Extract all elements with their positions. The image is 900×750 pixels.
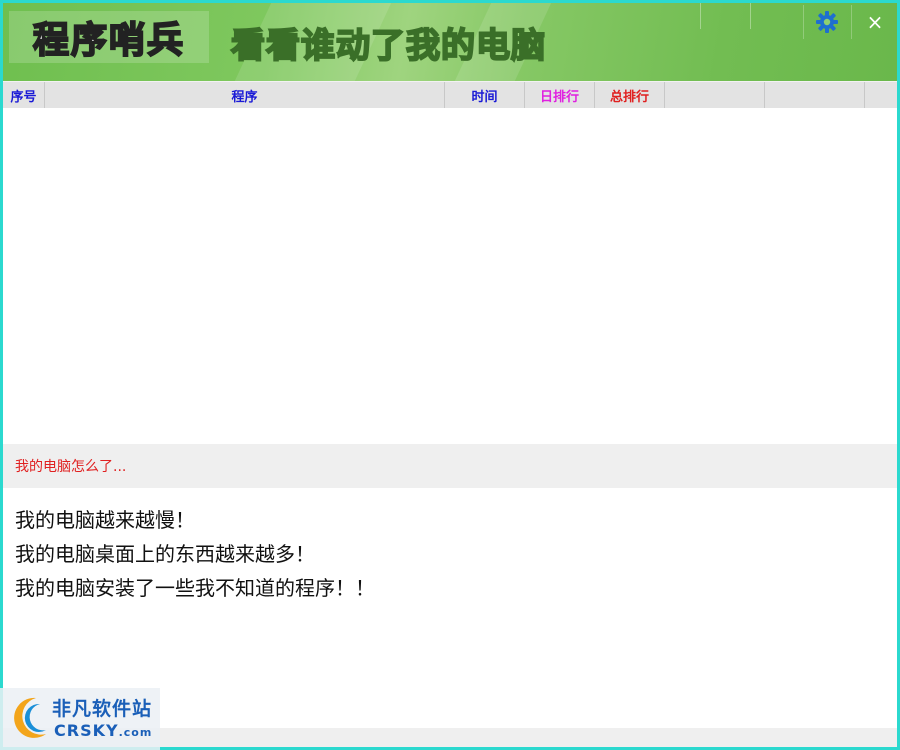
info-line: 我的电脑安装了一些我不知道的程序！！	[15, 576, 375, 600]
info-line: 我的电脑桌面上的东西越来越多！	[15, 542, 315, 566]
table-header: 序号 程序 时间 日排行 总排行	[3, 81, 897, 109]
column-label: 时间	[471, 89, 498, 105]
app-title: 程序哨兵	[9, 11, 209, 63]
app-slogan: 看看谁动了我的电脑	[230, 25, 546, 67]
close-icon: ×	[866, 10, 884, 34]
close-button[interactable]: ×	[851, 5, 897, 39]
watermark-en: CRSKY.com	[54, 721, 152, 740]
column-label: 日排行	[539, 89, 579, 105]
column-header-day-rank[interactable]: 日排行	[525, 82, 595, 108]
column-label: 序号	[10, 89, 37, 105]
watermark-en-main: CRSKY	[54, 721, 119, 740]
watermark-en-suffix: .com	[118, 726, 153, 739]
info-section-header: 我的电脑怎么了...	[3, 444, 897, 488]
column-header-empty[interactable]	[665, 82, 765, 108]
crsky-logo-icon	[14, 697, 47, 738]
settings-button[interactable]	[803, 5, 850, 39]
column-label: 程序	[231, 89, 258, 105]
column-header-index[interactable]: 序号	[3, 82, 45, 108]
column-header-program[interactable]: 程序	[45, 82, 445, 108]
column-header-empty[interactable]	[865, 82, 897, 108]
titlebar-divider	[700, 3, 701, 29]
column-label: 总排行	[609, 89, 649, 105]
title-bar[interactable]: 程序哨兵 看看谁动了我的电脑 ×	[3, 3, 897, 81]
program-list[interactable]	[3, 108, 897, 444]
info-line: 我的电脑越来越慢！	[15, 508, 195, 532]
gear-icon	[816, 11, 838, 33]
info-title: 我的电脑怎么了...	[15, 459, 127, 475]
site-watermark: 非凡软件站 CRSKY.com	[0, 688, 160, 750]
column-header-total-rank[interactable]: 总排行	[595, 82, 665, 108]
column-header-empty[interactable]	[765, 82, 865, 108]
watermark-cn: 非凡软件站	[52, 698, 153, 720]
column-header-time[interactable]: 时间	[445, 82, 525, 108]
main-window: 程序哨兵 看看谁动了我的电脑 × 序号 程序 时间 日排行 总排行 我的电脑怎么…	[3, 3, 897, 747]
titlebar-divider	[750, 3, 751, 29]
